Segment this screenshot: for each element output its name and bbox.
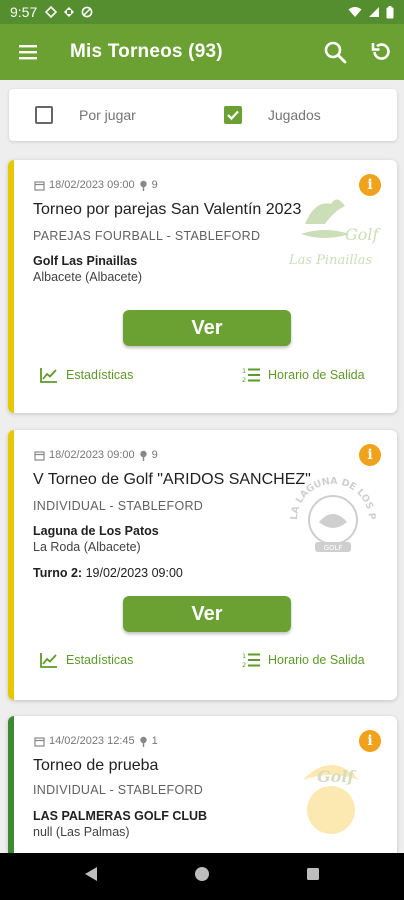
club-location: null (Las Palmas): [33, 825, 130, 839]
refresh-button[interactable]: [358, 24, 404, 80]
club-name: Golf Las Pinaillas: [33, 254, 138, 268]
info-icon: i: [367, 447, 373, 463]
tournament-card[interactable]: 14/02/2023 12:45 1 i Golf Torneo de prue…: [8, 716, 397, 876]
info-button[interactable]: i: [359, 444, 381, 466]
signal-icon: [369, 7, 379, 17]
logo-text-golf: Golf: [345, 225, 381, 244]
data-saver-icon: [81, 6, 93, 18]
statistics-label: Estadísticas: [66, 653, 134, 667]
tournament-name: Torneo de prueba: [33, 757, 159, 774]
status-bar: 9:57: [0, 0, 404, 24]
card-status-stripe: [8, 716, 14, 876]
flag-pin-icon: [139, 450, 147, 461]
tournament-card[interactable]: 18/02/2023 09:00 9 i Golf Las Pinaillas …: [8, 160, 397, 413]
view-button[interactable]: Ver: [123, 596, 291, 632]
logo-text-golf: Golf: [317, 767, 357, 786]
club-name: Laguna de Los Patos: [33, 524, 159, 538]
wifi-icon: [348, 7, 362, 17]
club-location: La Roda (Albacete): [33, 540, 141, 554]
system-nav-bar: [0, 853, 404, 900]
view-button[interactable]: Ver: [123, 310, 291, 346]
svg-text:1: 1: [242, 652, 246, 660]
app-bar: Mis Torneos (93): [0, 24, 404, 80]
home-icon: [195, 867, 209, 881]
tournament-datetime: 14/02/2023 12:45: [49, 735, 135, 747]
flag-pin-icon: [139, 180, 147, 191]
sync-icon: [64, 7, 75, 17]
svg-text:2: 2: [242, 376, 246, 383]
tournament-card[interactable]: 18/02/2023 09:00 9 i LA LAGUNA DE LOS PA…: [8, 430, 397, 700]
tee-time-link[interactable]: 12 Horario de Salida: [242, 652, 365, 668]
club-logo: Golf: [281, 746, 381, 856]
unplayed-checkbox[interactable]: [35, 106, 53, 124]
club-location: Albacete (Albacete): [33, 270, 143, 284]
refresh-icon: [371, 43, 390, 60]
menu-button[interactable]: [0, 24, 56, 80]
recents-icon: [307, 868, 319, 880]
card-meta: 18/02/2023 09:00 9: [34, 179, 158, 191]
tournament-mode: INDIVIDUAL - STABLEFORD: [33, 783, 204, 797]
search-button[interactable]: [312, 24, 358, 80]
logo-text-golf: GOLF: [324, 544, 343, 552]
card-meta: 18/02/2023 09:00 9: [34, 449, 158, 461]
tournament-mode: PAREJAS FOURBALL - STABLEFORD: [33, 229, 261, 243]
statistics-label: Estadísticas: [66, 368, 134, 382]
card-meta: 14/02/2023 12:45 1: [34, 735, 158, 747]
turn-info: Turno 2: 19/02/2023 09:00: [33, 566, 183, 580]
tournament-count: 9: [151, 449, 158, 461]
svg-text:1: 1: [242, 367, 246, 375]
tournament-name: Torneo por parejas San Valentín 2023: [33, 201, 302, 218]
played-checkbox[interactable]: [223, 106, 242, 124]
chart-line-icon: [40, 653, 57, 668]
calendar-icon: [34, 180, 45, 191]
checkmark-icon: [227, 110, 239, 121]
card-status-stripe: [8, 430, 14, 700]
turn-datetime: 19/02/2023 09:00: [85, 566, 183, 580]
filter-bar: Por jugar Jugados: [9, 89, 397, 141]
tournament-count: 9: [151, 179, 158, 191]
battery-icon: [386, 5, 394, 18]
status-time: 9:57: [10, 4, 38, 20]
played-label[interactable]: Jugados: [268, 107, 321, 123]
logo-text-club: Las Pinaillas: [288, 253, 372, 268]
unplayed-label[interactable]: Por jugar: [79, 107, 136, 123]
club-name: LAS PALMERAS GOLF CLUB: [33, 809, 208, 823]
turn-label: Turno 2:: [33, 566, 83, 580]
chart-line-icon: [40, 368, 57, 383]
tournament-datetime: 18/02/2023 09:00: [49, 449, 135, 461]
tee-time-link[interactable]: 12 Horario de Salida: [242, 367, 365, 383]
svg-text:2: 2: [242, 661, 246, 668]
hamburger-icon: [19, 45, 37, 60]
statistics-link[interactable]: Estadísticas: [40, 652, 133, 668]
flag-pin-icon: [139, 736, 147, 747]
recents-button[interactable]: [306, 867, 320, 886]
home-button[interactable]: [194, 866, 210, 887]
tournament-datetime: 18/02/2023 09:00: [49, 179, 135, 191]
tee-time-label: Horario de Salida: [268, 368, 365, 382]
card-status-stripe: [8, 160, 14, 413]
statistics-link[interactable]: Estadísticas: [40, 367, 133, 383]
page-title: Mis Torneos (93): [70, 41, 223, 62]
calendar-icon: [34, 736, 45, 747]
search-icon: [324, 41, 347, 64]
ordered-list-icon: 12: [242, 367, 260, 383]
calendar-icon: [34, 450, 45, 461]
tournament-name: V Torneo de Golf "ARIDOS SANCHEZ": [33, 471, 311, 488]
tournament-mode: INDIVIDUAL - STABLEFORD: [33, 499, 204, 513]
tee-time-label: Horario de Salida: [268, 653, 365, 667]
back-icon: [85, 867, 97, 881]
tournament-count: 1: [151, 735, 158, 747]
notification-icon: [45, 6, 58, 18]
back-button[interactable]: [84, 866, 98, 887]
ordered-list-icon: 12: [242, 652, 260, 668]
